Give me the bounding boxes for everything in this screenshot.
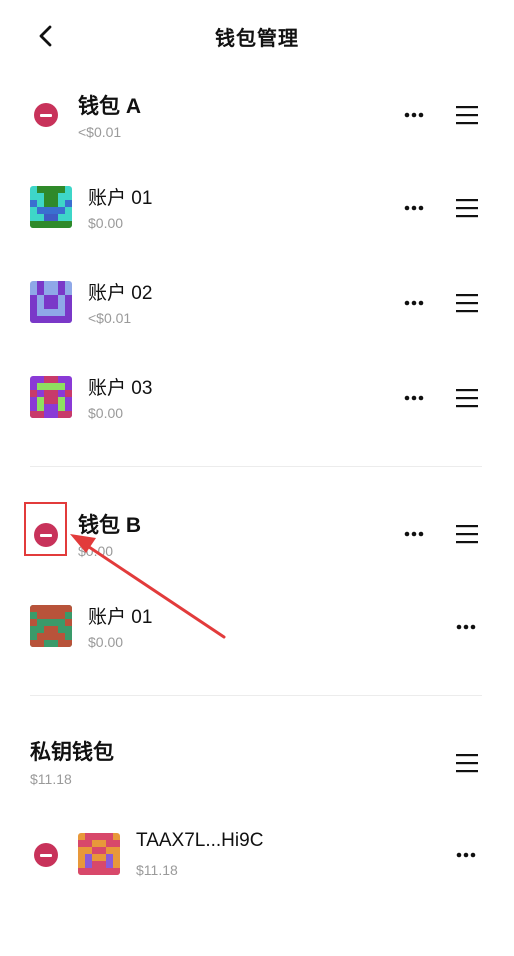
private-key-account-row[interactable]: TAAX7L...Hi9C $11.18 [0, 825, 514, 885]
annotation-highlight-box [24, 502, 67, 556]
wallet-b-row: 钱包 B $0.00 [0, 505, 514, 565]
remove-private-key-account-button[interactable] [34, 843, 58, 867]
page-title: 钱包管理 [215, 28, 299, 50]
wallet-a-row: 钱包 A <$0.01 [0, 85, 514, 145]
wallet-a-account-02-row[interactable]: 账户 02 <$0.01 [0, 273, 514, 333]
private-key-wallet-drag-handle[interactable] [454, 752, 480, 774]
account-avatar [30, 605, 72, 647]
account-more-button[interactable] [399, 198, 429, 218]
account-drag-handle[interactable] [454, 387, 480, 409]
wallet-b-account-01-row[interactable]: 账户 01 $0.00 [0, 597, 514, 657]
wallet-a-more-button[interactable] [399, 105, 429, 125]
account-avatar [30, 376, 72, 418]
wallet-b-amount: $0.00 [78, 543, 114, 559]
account-drag-handle[interactable] [454, 292, 480, 314]
section-divider [30, 695, 482, 696]
more-icon [456, 852, 476, 858]
private-key-wallet-amount: $11.18 [30, 771, 72, 787]
private-key-wallet-name: 私钥钱包 [30, 741, 114, 764]
account-more-button[interactable] [451, 845, 481, 865]
more-icon [456, 624, 476, 630]
account-drag-handle[interactable] [454, 197, 480, 219]
account-avatar [30, 281, 72, 323]
account-avatar [78, 833, 120, 875]
wallet-a-amount: <$0.01 [78, 124, 122, 140]
account-more-button[interactable] [451, 617, 481, 637]
account-more-button[interactable] [399, 388, 429, 408]
drag-handle-icon [456, 754, 478, 773]
account-amount: $0.00 [88, 215, 124, 231]
account-amount: <$0.01 [88, 310, 132, 326]
drag-handle-icon [456, 106, 478, 125]
header: 钱包管理 [0, 0, 514, 70]
account-amount: $0.00 [88, 634, 124, 650]
account-address: TAAX7L...Hi9C [136, 830, 264, 851]
wallet-b-name: 钱包 B [78, 514, 141, 537]
wallet-b-more-button[interactable] [399, 524, 429, 544]
account-avatar [30, 186, 72, 228]
more-icon [404, 112, 424, 118]
account-name: 账户 01 [88, 607, 153, 628]
account-name: 账户 01 [88, 188, 153, 209]
wallet-b-drag-handle[interactable] [454, 523, 480, 545]
section-divider [30, 466, 482, 467]
remove-wallet-a-button[interactable] [34, 103, 58, 127]
more-icon [404, 395, 424, 401]
drag-handle-icon [456, 389, 478, 408]
drag-handle-icon [456, 199, 478, 218]
wallet-a-account-03-row[interactable]: 账户 03 $0.00 [0, 368, 514, 428]
more-icon [404, 205, 424, 211]
account-name: 账户 03 [88, 378, 153, 399]
more-icon [404, 531, 424, 537]
private-key-wallet-row: 私钥钱包 $11.18 [0, 732, 514, 792]
wallet-a-name: 钱包 A [78, 95, 141, 118]
wallet-a-drag-handle[interactable] [454, 104, 480, 126]
account-name: 账户 02 [88, 283, 153, 304]
drag-handle-icon [456, 525, 478, 544]
wallet-a-account-01-row[interactable]: 账户 01 $0.00 [0, 178, 514, 238]
more-icon [404, 300, 424, 306]
account-more-button[interactable] [399, 293, 429, 313]
drag-handle-icon [456, 294, 478, 313]
account-amount: $11.18 [136, 862, 178, 878]
account-amount: $0.00 [88, 405, 124, 421]
